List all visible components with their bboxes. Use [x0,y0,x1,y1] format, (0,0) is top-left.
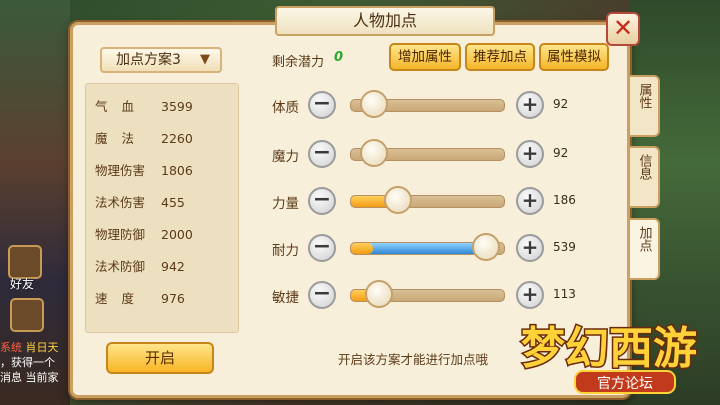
svg-text:梦幻西游: 梦幻西游 [521,323,697,374]
attribute-value: 186 [553,193,576,207]
minus-button[interactable]: − [308,187,336,215]
tab-attributes[interactable]: 属性 [630,75,660,137]
attribute-slider[interactable] [350,90,505,118]
stat-value: 2260 [161,131,193,146]
stat-label: 速度 [95,291,149,306]
chat-preview: 系统 肖日天 ，获得一个 消息 当前家 [0,341,59,384]
attribute-label: 体质 [272,100,299,116]
recommend-points-button[interactable]: 推荐加点 [465,43,535,71]
attribute-label: 敏捷 [272,290,299,306]
stat-label: 物理防御 [95,227,146,242]
stat-label: 法术伤害 [95,195,146,210]
slider-fill-base [351,243,373,254]
panel-title: 人物加点 [275,6,495,36]
attribute-value: 539 [553,240,576,254]
stat-row: 魔法 2260 [95,128,235,147]
plus-button[interactable]: + [516,140,544,168]
stat-value: 1806 [161,163,193,178]
attribute-label: 耐力 [272,243,299,259]
stat-row: 法术防御 942 [95,256,235,275]
game-logo: 梦幻西游 官方论坛 [520,322,699,394]
slider-knob[interactable] [360,139,388,167]
attribute-label: 力量 [272,196,299,212]
attribute-value: 92 [553,146,569,160]
stat-value: 3599 [161,99,193,114]
stat-row: 物理伤害 1806 [95,160,235,179]
potential-label: 剩余潜力 [272,55,325,70]
plus-button[interactable]: + [516,234,544,262]
plus-button[interactable]: + [516,91,544,119]
minus-button[interactable]: − [308,281,336,309]
hint-text: 开启该方案才能进行加点哦 [338,352,489,367]
plan-dropdown[interactable]: 加点方案3 ▼ [100,47,222,73]
stat-row: 物理防御 2000 [95,224,235,243]
friend-avatar-icon[interactable] [8,245,42,279]
stat-label: 物理伤害 [95,163,146,178]
stat-row: 气血 3599 [95,96,235,115]
slider-knob[interactable] [365,280,393,308]
close-button[interactable]: ✕ [606,12,640,46]
stat-value: 2000 [161,227,193,242]
add-attribute-button[interactable]: 增加属性 [389,43,461,71]
tab-info[interactable]: 信息 [630,146,660,208]
minus-button[interactable]: − [308,234,336,262]
stat-label: 魔法 [95,131,149,146]
friend-label[interactable]: 好友 [10,275,34,292]
attribute-slider[interactable] [350,186,505,214]
chat-icon[interactable] [10,298,44,332]
stat-value: 976 [161,291,185,306]
svg-text:官方论坛: 官方论坛 [597,376,653,392]
open-plan-button[interactable]: 开启 [106,342,214,374]
stat-row: 速度 976 [95,288,235,307]
chevron-down-icon: ▼ [200,52,210,67]
attribute-slider[interactable] [350,139,505,167]
potential-value: 0 [334,50,344,65]
attribute-slider[interactable] [350,233,505,261]
attribute-value: 113 [553,287,576,301]
attribute-label: 魔力 [272,149,299,165]
stat-value: 455 [161,195,185,210]
slider-knob[interactable] [360,90,388,118]
attribute-value: 92 [553,97,569,111]
panel-title-text: 人物加点 [352,11,417,30]
plan-dropdown-value: 加点方案3 [116,52,181,68]
minus-button[interactable]: − [308,91,336,119]
attribute-slider[interactable] [350,280,505,308]
stat-label: 气血 [95,99,149,114]
tab-add-points[interactable]: 加点 [630,218,660,280]
slider-knob[interactable] [472,233,500,261]
minus-button[interactable]: − [308,140,336,168]
stat-row: 法术伤害 455 [95,192,235,211]
stat-value: 942 [161,259,185,274]
slider-knob[interactable] [384,186,412,214]
stat-label: 法术防御 [95,259,146,274]
plus-button[interactable]: + [516,187,544,215]
attribute-simulate-button[interactable]: 属性模拟 [539,43,609,71]
